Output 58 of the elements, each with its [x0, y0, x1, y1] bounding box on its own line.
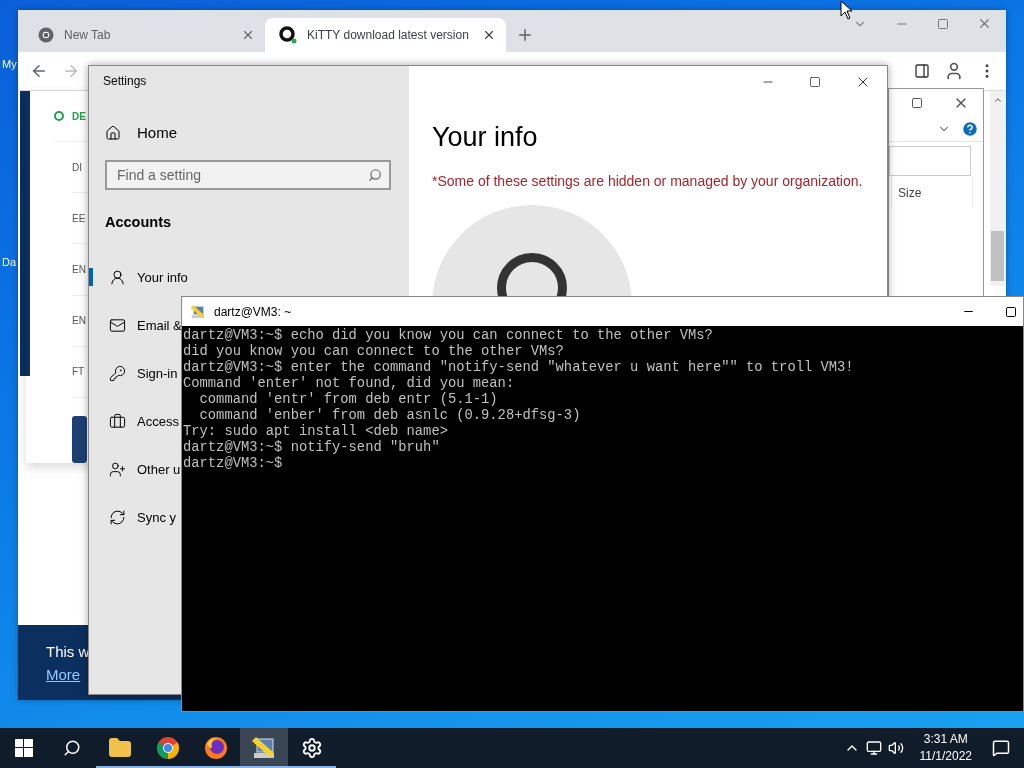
nav-item[interactable]: Other u — [89, 460, 181, 478]
terminal-icon — [190, 303, 206, 320]
volume-icon[interactable] — [887, 740, 904, 756]
desktop-icon-label[interactable]: My — [2, 58, 17, 70]
scroll-thumb[interactable] — [991, 231, 1004, 281]
cursor-icon — [840, 0, 854, 20]
help-icon[interactable] — [961, 120, 979, 138]
key-icon — [109, 364, 126, 382]
side-panel-icon[interactable] — [914, 63, 930, 79]
browser-tab[interactable]: KiTTY download latest version — [265, 18, 506, 52]
terminal-computer-icon — [251, 736, 277, 760]
terminal-app-button[interactable] — [240, 728, 288, 768]
home-icon — [105, 124, 121, 141]
folder-icon — [108, 736, 132, 760]
clock[interactable]: 3:31 AM 11/1/2022 — [909, 731, 982, 765]
more-link[interactable]: More — [46, 665, 81, 683]
terminal-line: dartz@VM3:~$ — [183, 456, 283, 472]
ring-icon — [279, 26, 297, 44]
chrome-icon — [156, 736, 180, 760]
nav-item[interactable]: Your info — [89, 268, 188, 286]
briefcase-icon — [109, 412, 126, 430]
mail-icon — [109, 316, 126, 334]
sync-icon — [109, 508, 126, 526]
windows-icon — [15, 739, 33, 757]
nav-item[interactable]: Sign-in — [89, 364, 178, 382]
fox-icon — [204, 736, 228, 760]
nav-item[interactable]: Sync y — [89, 508, 176, 526]
network-icon[interactable] — [865, 740, 882, 756]
settings-icon — [301, 737, 323, 759]
profile-icon[interactable] — [944, 61, 964, 81]
search-field[interactable]: Find a setting — [105, 160, 391, 190]
search-icon — [63, 739, 81, 757]
warning-text: *Some of these settings are hidden or managed by your organization. — [432, 173, 864, 189]
window-title: Settings — [103, 74, 148, 88]
nav-item[interactable]: Access — [89, 412, 179, 430]
page-button[interactable] — [72, 415, 87, 464]
terminal-line: dartz@VM3:~$ notify-send "bruh" — [183, 440, 440, 456]
terminal-line: command 'enber' from deb asnlc (0.9.28+dfsg-3) — [198, 408, 581, 424]
maximize-icon[interactable] — [1005, 305, 1017, 318]
new-tab-icon[interactable] — [516, 26, 534, 44]
search-field[interactable] — [889, 146, 971, 176]
scrollbar[interactable] — [990, 91, 1006, 286]
search-icon — [368, 168, 382, 182]
page-heading: Your info — [432, 122, 539, 153]
desktop-icon-label[interactable]: Da — [2, 256, 17, 268]
notification-icon[interactable] — [992, 739, 1010, 757]
scroll-up-icon[interactable] — [993, 95, 1003, 105]
section-title: Accounts — [105, 214, 173, 230]
maximize-icon[interactable] — [911, 97, 923, 109]
add-person-icon — [109, 460, 126, 478]
browser-tab[interactable]: New Tab — [24, 18, 265, 52]
back-icon[interactable] — [30, 62, 48, 80]
column-header[interactable]: Size — [891, 176, 973, 208]
terminal-line: Try: sudo apt install <deb name> — [183, 424, 448, 440]
nav-item[interactable]: Email & — [89, 316, 182, 334]
close-icon[interactable] — [482, 28, 496, 42]
globe-icon — [38, 27, 54, 43]
status-dot-icon — [54, 111, 64, 122]
